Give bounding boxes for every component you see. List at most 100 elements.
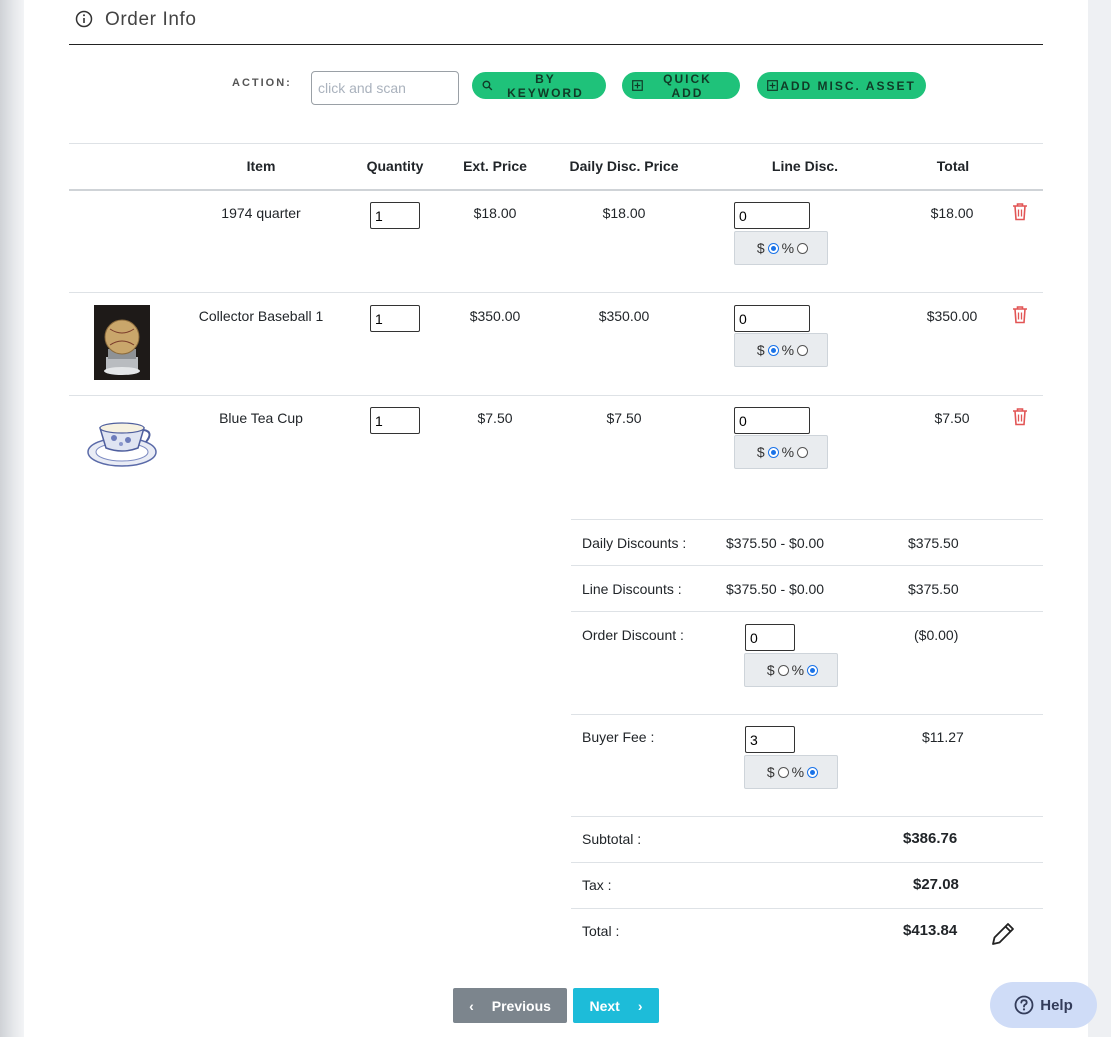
percent-label: % <box>781 240 795 256</box>
next-button[interactable]: Next › <box>573 988 659 1023</box>
dollar-label: $ <box>756 444 765 460</box>
chevron-left-icon: ‹ <box>469 997 474 1014</box>
percent-label: % <box>791 764 805 780</box>
quantity-input[interactable] <box>370 407 420 434</box>
add-misc-asset-button[interactable]: ADD MISC. ASSET <box>757 72 926 99</box>
trash-icon[interactable] <box>1012 305 1028 324</box>
divider <box>571 714 1043 715</box>
line-discount-input[interactable] <box>734 202 810 229</box>
percent-label: % <box>781 342 795 358</box>
line-discounts-label: Line Discounts : <box>582 581 682 597</box>
percent-label: % <box>781 444 795 460</box>
dollar-label: $ <box>756 342 765 358</box>
quantity-input[interactable] <box>370 202 420 229</box>
quick-add-button[interactable]: QUICK ADD <box>622 71 740 100</box>
column-header-ext-price: Ext. Price <box>463 158 527 174</box>
by-keyword-button[interactable]: BY KEYWORD <box>472 71 606 100</box>
row-total: $350.00 <box>926 308 978 324</box>
question-circle-icon <box>1014 995 1034 1015</box>
column-header-line-disc: Line Disc. <box>771 158 839 174</box>
quantity-input[interactable] <box>370 305 420 332</box>
page-title: Order Info <box>105 9 197 30</box>
dollar-radio[interactable] <box>777 664 789 676</box>
divider <box>571 908 1043 909</box>
daily-discounts-value: $375.50 <box>908 535 959 551</box>
help-button[interactable]: Help <box>990 982 1097 1028</box>
order-discount-label: Order Discount : <box>582 627 684 643</box>
total-value: $413.84 <box>903 922 958 939</box>
order-discount-type-toggle: $ % <box>744 653 838 687</box>
buyer-fee-label: Buyer Fee : <box>582 729 655 745</box>
scan-input[interactable] <box>311 71 459 105</box>
divider <box>571 519 1043 520</box>
percent-radio[interactable] <box>807 766 819 778</box>
plus-square-icon <box>632 80 643 91</box>
divider <box>571 611 1043 612</box>
dollar-radio[interactable] <box>777 766 789 778</box>
trash-icon[interactable] <box>1012 202 1028 221</box>
daily-discounts-label: Daily Discounts : <box>582 535 687 551</box>
subtotal-label: Subtotal : <box>582 831 642 847</box>
dollar-radio[interactable] <box>767 344 779 356</box>
column-header-daily-disc-price: Daily Disc. Price <box>569 158 679 174</box>
percent-radio[interactable] <box>797 344 809 356</box>
order-discount-value: ($0.00) <box>914 627 959 643</box>
item-name: 1974 quarter <box>221 205 301 221</box>
daily-disc-price: $7.50 <box>606 410 642 426</box>
dollar-label: $ <box>756 240 765 256</box>
ext-price: $18.00 <box>473 205 517 221</box>
item-name: Blue Tea Cup <box>219 410 303 426</box>
search-icon <box>482 80 493 91</box>
previous-label: Previous <box>491 997 551 1014</box>
divider <box>571 816 1043 817</box>
order-discount-input[interactable] <box>745 624 795 651</box>
column-header-item: Item <box>246 158 276 174</box>
total-label: Total : <box>582 923 620 939</box>
item-name: Collector Baseball 1 <box>198 308 324 324</box>
divider <box>571 565 1043 566</box>
discount-type-toggle: $ % <box>734 333 828 367</box>
discount-type-toggle: $ % <box>734 435 828 469</box>
plus-square-icon <box>767 80 779 91</box>
dollar-radio[interactable] <box>767 446 779 458</box>
teacup-thumbnail <box>87 422 157 467</box>
tax-value: $27.08 <box>913 876 959 893</box>
by-keyword-label: BY KEYWORD <box>507 71 584 100</box>
previous-button[interactable]: ‹ Previous <box>453 988 567 1023</box>
divider <box>69 189 1043 191</box>
line-discounts-range: $375.50 - $0.00 <box>726 581 825 597</box>
line-discount-input[interactable] <box>734 305 810 332</box>
tax-label: Tax : <box>582 877 612 893</box>
column-header-total: Total <box>936 158 970 174</box>
baseball-thumbnail <box>94 305 150 380</box>
quick-add-label: QUICK ADD <box>663 71 712 100</box>
buyer-fee-input[interactable] <box>745 726 795 753</box>
percent-radio[interactable] <box>797 242 809 254</box>
trash-icon[interactable] <box>1012 407 1028 426</box>
order-info-header: Order Info <box>69 0 1043 45</box>
line-discounts-value: $375.50 <box>908 581 959 597</box>
daily-discounts-range: $375.50 - $0.00 <box>726 535 825 551</box>
page-shadow <box>0 0 24 1037</box>
buyer-fee-type-toggle: $ % <box>744 755 838 789</box>
discount-type-toggle: $ % <box>734 231 828 265</box>
divider <box>69 395 1043 396</box>
divider <box>69 143 1043 144</box>
row-total: $18.00 <box>930 205 974 221</box>
add-misc-asset-label: ADD MISC. ASSET <box>780 78 916 93</box>
line-discount-input[interactable] <box>734 407 810 434</box>
edit-pencil-icon[interactable] <box>989 920 1017 948</box>
dollar-label: $ <box>766 662 775 678</box>
subtotal-value: $386.76 <box>903 830 958 847</box>
ext-price: $7.50 <box>477 410 513 426</box>
percent-radio[interactable] <box>797 446 809 458</box>
chevron-right-icon: › <box>637 997 643 1014</box>
info-icon <box>75 10 93 33</box>
next-label: Next <box>589 997 620 1014</box>
percent-radio[interactable] <box>807 664 819 676</box>
ext-price: $350.00 <box>469 308 521 324</box>
dollar-radio[interactable] <box>767 242 779 254</box>
order-info-card: Order Info ACTION: BY KEYWORD QUICK ADD … <box>24 0 1088 1037</box>
divider <box>571 862 1043 863</box>
action-label: ACTION: <box>232 77 292 89</box>
